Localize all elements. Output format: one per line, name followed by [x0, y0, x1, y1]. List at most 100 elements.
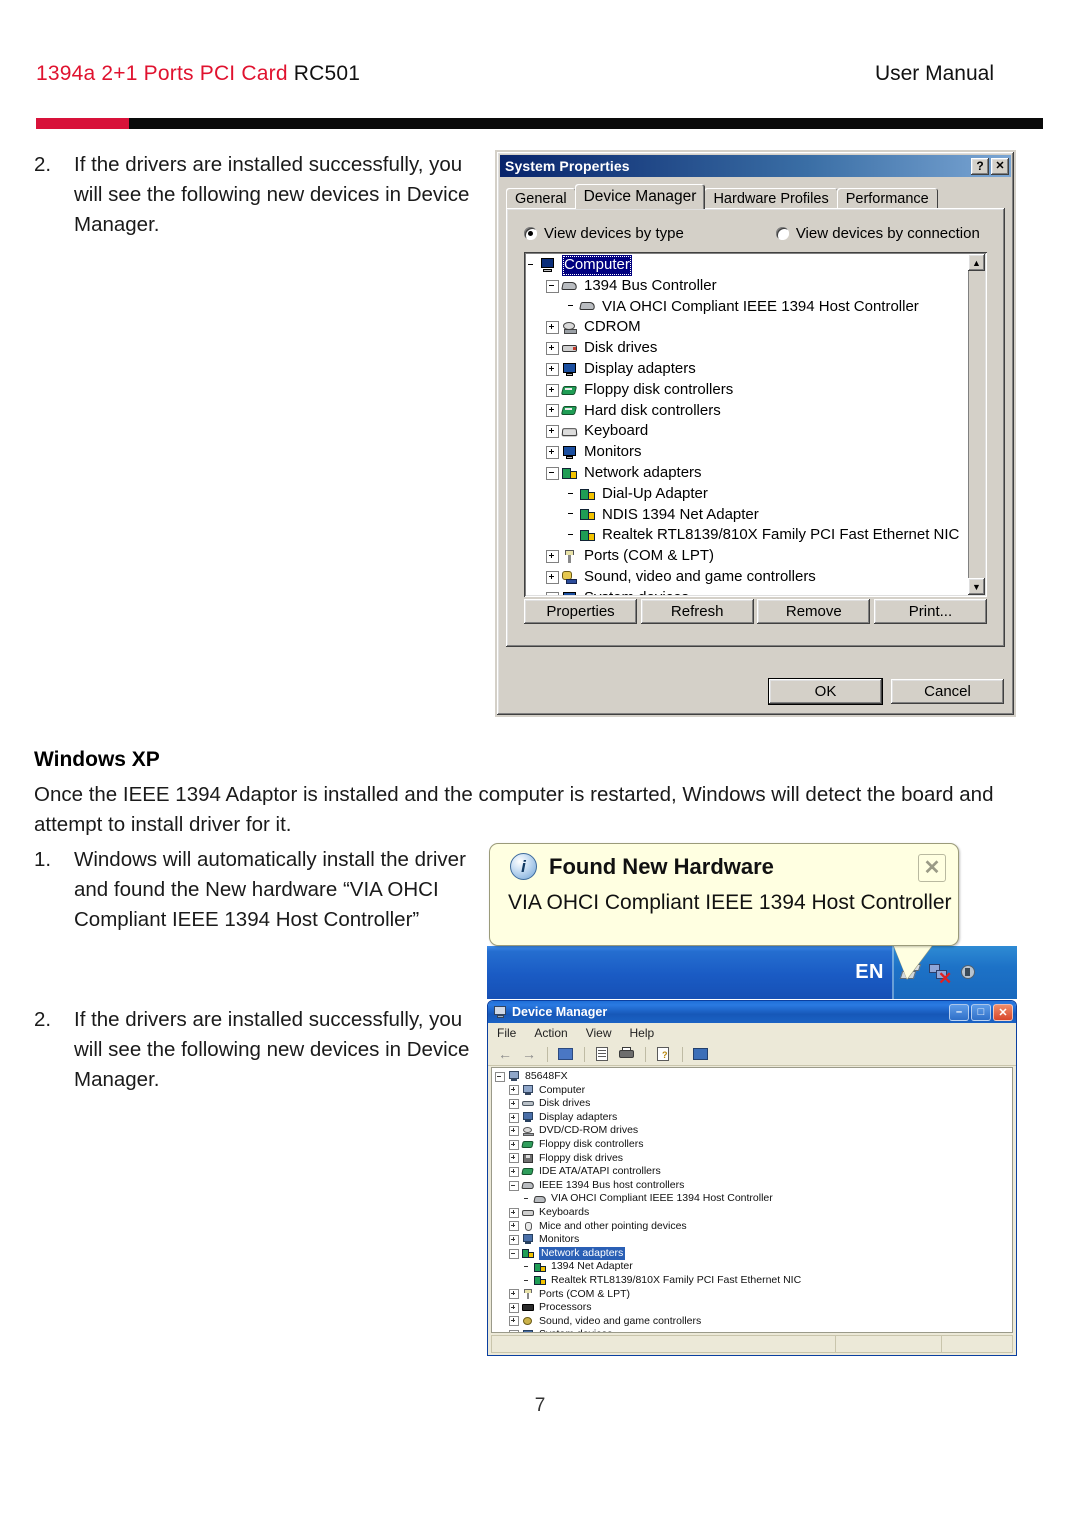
tree-item[interactable]: Computer: [526, 255, 967, 276]
tree-item[interactable]: Disk drives: [495, 1097, 1012, 1111]
collapse-icon[interactable]: [509, 1180, 519, 1191]
tree-item[interactable]: Realtek RTL8139/810X Family PCI Fast Eth…: [526, 525, 967, 546]
language-indicator[interactable]: EN: [855, 961, 884, 984]
device-manager-tree[interactable]: 85648FX Computer Disk drives Display adapte…: [491, 1067, 1013, 1333]
tab-hardware-profiles[interactable]: Hardware Profiles: [704, 188, 838, 209]
tree-item[interactable]: IDE ATA/ATAPI controllers: [495, 1165, 1012, 1179]
tree-item[interactable]: Display adapters: [526, 359, 967, 380]
expand-icon[interactable]: [509, 1207, 519, 1218]
scan-hardware-icon[interactable]: [691, 1045, 711, 1063]
tree-item[interactable]: NDIS 1394 Net Adapter: [526, 505, 967, 526]
print-icon[interactable]: [617, 1045, 637, 1063]
tab-device-manager[interactable]: Device Manager: [574, 184, 706, 209]
dialog-footer-buttons[interactable]: OK Cancel: [769, 679, 1004, 704]
expand-icon[interactable]: [509, 1139, 519, 1150]
properties-button[interactable]: Properties: [524, 599, 637, 624]
device-tree-container[interactable]: Computer 1394 Bus Controller VIA OHCI Comp…: [524, 252, 987, 597]
forward-arrow-icon[interactable]: →: [519, 1045, 539, 1063]
tree-item[interactable]: Hard disk controllers: [526, 401, 967, 422]
expand-icon[interactable]: [509, 1221, 519, 1232]
tree-item[interactable]: VIA OHCI Compliant IEEE 1394 Host Contro…: [526, 297, 967, 318]
back-arrow-icon[interactable]: ←: [495, 1045, 515, 1063]
expand-icon[interactable]: [509, 1289, 519, 1300]
device-action-buttons[interactable]: Properties Refresh Remove Print...: [524, 599, 987, 625]
found-new-hardware-balloon[interactable]: i Found New Hardware ✕ VIA OHCI Complian…: [489, 843, 959, 946]
tree-item[interactable]: Network adapters: [526, 463, 967, 484]
print-button[interactable]: Print...: [873, 599, 987, 624]
expand-icon[interactable]: [546, 425, 559, 439]
cancel-button[interactable]: Cancel: [891, 679, 1004, 704]
close-icon[interactable]: ✕: [991, 157, 1009, 175]
expand-icon[interactable]: [546, 321, 559, 335]
expand-icon[interactable]: [546, 570, 559, 584]
properties-icon[interactable]: [593, 1045, 613, 1063]
radio-view-by-connection[interactable]: View devices by connection: [775, 222, 980, 244]
tree-item[interactable]: Keyboards: [495, 1206, 1012, 1220]
expand-icon[interactable]: [509, 1112, 519, 1123]
tree-item[interactable]: Floppy disk controllers: [495, 1138, 1012, 1152]
expand-icon[interactable]: [509, 1126, 519, 1137]
device-manager-toolbar[interactable]: ← →: [488, 1043, 1016, 1066]
tree-item[interactable]: Dial-Up Adapter: [526, 484, 967, 505]
device-tree-scrollbar[interactable]: ▲ ▼: [968, 254, 985, 595]
expand-icon[interactable]: [509, 1330, 519, 1332]
tree-item[interactable]: Network adapters: [495, 1246, 1012, 1261]
tree-item[interactable]: 1394 Net Adapter: [495, 1260, 1012, 1274]
tree-item[interactable]: Computer: [495, 1084, 1012, 1098]
tree-item[interactable]: Monitors: [495, 1233, 1012, 1247]
system-properties-tabstrip[interactable]: General Device Manager Hardware Profiles…: [506, 184, 1005, 209]
tree-item[interactable]: System devices: [495, 1328, 1012, 1332]
tree-item[interactable]: Floppy disk controllers: [526, 380, 967, 401]
tab-general[interactable]: General: [506, 188, 576, 209]
tree-item[interactable]: Mice and other pointing devices: [495, 1220, 1012, 1234]
menu-action[interactable]: Action: [534, 1026, 567, 1040]
system-properties-dialog[interactable]: System Properties ? ✕ General Device Man…: [495, 150, 1016, 717]
close-icon[interactable]: ✕: [993, 1003, 1013, 1021]
show-hide-tree-icon[interactable]: [556, 1045, 576, 1063]
tree-item[interactable]: Keyboard: [526, 421, 967, 442]
tree-item[interactable]: Ports (COM & LPT): [526, 546, 967, 567]
tree-item[interactable]: Monitors: [526, 442, 967, 463]
menu-view[interactable]: View: [586, 1026, 612, 1040]
tree-item[interactable]: System devices: [526, 588, 967, 595]
help-button[interactable]: ?: [971, 157, 989, 175]
expand-icon[interactable]: [509, 1234, 519, 1245]
device-manager-titlebar[interactable]: Device Manager – □ ✕: [488, 1001, 1016, 1023]
remove-button[interactable]: Remove: [757, 599, 871, 624]
tree-item[interactable]: 1394 Bus Controller: [526, 276, 967, 297]
expand-icon[interactable]: [509, 1166, 519, 1177]
expand-icon[interactable]: [546, 383, 559, 397]
expand-icon[interactable]: [546, 404, 559, 418]
ok-button[interactable]: OK: [769, 679, 882, 704]
menu-file[interactable]: File: [497, 1026, 516, 1040]
tree-item[interactable]: DVD/CD-ROM drives: [495, 1124, 1012, 1138]
device-manager-menubar[interactable]: File Action View Help: [488, 1023, 1016, 1043]
expand-icon[interactable]: [546, 362, 559, 376]
device-tree[interactable]: Computer 1394 Bus Controller VIA OHCI Comp…: [526, 255, 967, 595]
tree-item[interactable]: Realtek RTL8139/810X Family PCI Fast Eth…: [495, 1274, 1012, 1288]
close-icon[interactable]: ✕: [918, 854, 946, 882]
tree-item[interactable]: CDROM: [526, 317, 967, 338]
expand-icon[interactable]: [509, 1316, 519, 1327]
tree-item[interactable]: IEEE 1394 Bus host controllers: [495, 1179, 1012, 1193]
expand-icon[interactable]: [546, 446, 559, 460]
tree-item[interactable]: 85648FX: [495, 1070, 1012, 1084]
help-icon[interactable]: [654, 1045, 674, 1063]
expand-icon[interactable]: [546, 550, 559, 564]
tree-item[interactable]: VIA OHCI Compliant IEEE 1394 Host Contro…: [495, 1192, 1012, 1206]
collapse-icon[interactable]: [546, 279, 559, 293]
radio-button-icon[interactable]: [524, 226, 537, 240]
tree-item[interactable]: Floppy disk drives: [495, 1152, 1012, 1166]
tree-item[interactable]: Ports (COM & LPT): [495, 1288, 1012, 1302]
tree-item[interactable]: Display adapters: [495, 1111, 1012, 1125]
scroll-down-icon[interactable]: ▼: [968, 578, 985, 595]
tab-performance[interactable]: Performance: [836, 188, 938, 209]
tree-item[interactable]: Sound, video and game controllers: [495, 1315, 1012, 1329]
expand-icon[interactable]: [509, 1085, 519, 1096]
expand-icon[interactable]: [546, 342, 559, 356]
expand-icon[interactable]: [546, 591, 559, 595]
refresh-button[interactable]: Refresh: [640, 599, 754, 624]
minimize-button[interactable]: –: [949, 1003, 969, 1021]
tree-item[interactable]: Processors: [495, 1301, 1012, 1315]
collapse-icon[interactable]: [546, 466, 559, 480]
